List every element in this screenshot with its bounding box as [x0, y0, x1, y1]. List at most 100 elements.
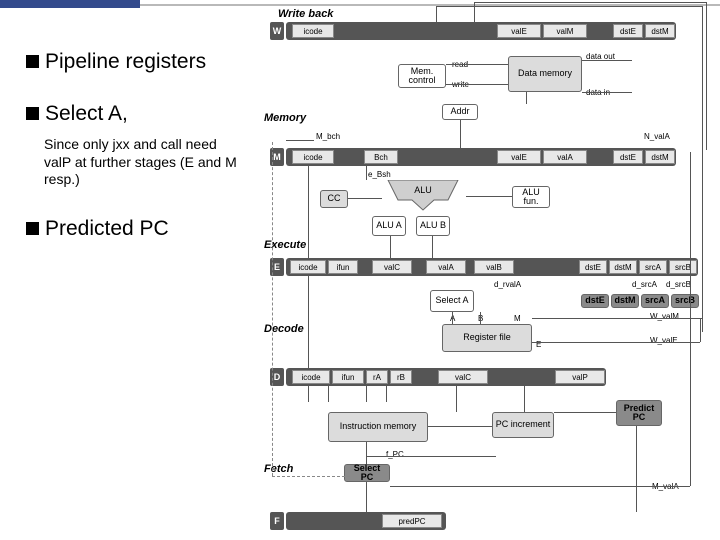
e-cell: valA [426, 260, 466, 274]
e-cell: srcA [639, 260, 667, 274]
alu-label: ALU [414, 185, 432, 195]
m-cell: valE [497, 150, 541, 164]
wire [460, 120, 461, 148]
wire [532, 342, 700, 343]
dashed-guide [272, 142, 280, 476]
wire [390, 236, 391, 258]
pipeline-diagram: Write back Memory Execute Decode Fetch W… [256, 12, 714, 534]
wire [554, 412, 616, 413]
wire [474, 2, 706, 3]
bullet-select-a: Select A, [26, 102, 246, 126]
wire [428, 426, 492, 427]
d-cell: valC [438, 370, 488, 384]
wire [366, 386, 367, 402]
bullet-predicted-pc: Predicted PC [26, 217, 246, 241]
e-cell: valB [474, 260, 514, 274]
pipeline-register-w: W icode valE valM dstE dstM [286, 22, 676, 40]
d-cell: icode [292, 370, 330, 384]
signal-e-bch: e_Bsh [368, 170, 391, 179]
pipeline-register-d: D icode ifun rA rB valC valP [286, 368, 606, 386]
block-alu-b: ALU B [416, 216, 450, 236]
signal-n-vala: N_valA [644, 132, 670, 141]
wire [456, 386, 457, 412]
w-cell: valM [543, 24, 587, 38]
dashed-guide [272, 476, 350, 477]
reg-letter-f: F [270, 512, 284, 530]
e-cell: ifun [328, 260, 358, 274]
wire [366, 442, 367, 464]
block-select-pc: Select PC [344, 464, 390, 482]
wire [436, 6, 702, 7]
e-cell: srcB [669, 260, 697, 274]
wire [452, 312, 453, 324]
e-dark-row: dstE dstM srcA srcB [580, 294, 700, 308]
wire [474, 2, 475, 22]
bullet-text: Select A, [45, 102, 128, 126]
bullet-square-icon [26, 107, 39, 120]
wire [366, 456, 496, 457]
e-dark-cell: srcB [671, 294, 699, 308]
wire [446, 64, 508, 65]
block-pc-increment: PC increment [492, 412, 554, 438]
w-cell: dstE [613, 24, 643, 38]
d-cell: valP [555, 370, 605, 384]
wire [308, 386, 309, 402]
signal-d-srca: d_srcA [632, 280, 657, 289]
stage-label-memory: Memory [264, 112, 306, 124]
block-instruction-memory: Instruction memory [328, 412, 428, 442]
signal-w-valm: W_valM [650, 312, 679, 321]
w-cell: icode [292, 24, 334, 38]
wire [308, 276, 309, 368]
bullet-text: Predicted PC [45, 217, 169, 241]
e-cell: icode [290, 260, 326, 274]
e-dark-cell: srcA [641, 294, 669, 308]
bullet-text: Pipeline registers [45, 50, 206, 74]
signal-f-pc: f_PC [386, 450, 404, 459]
wire [690, 152, 691, 486]
e-dark-cell: dstM [611, 294, 639, 308]
pipeline-register-e: E icode ifun valC valA valB dstE dstM sr… [286, 258, 698, 276]
wire [432, 236, 433, 258]
m-cell: valA [543, 150, 587, 164]
m-cell: icode [292, 150, 334, 164]
block-alu-a: ALU A [372, 216, 406, 236]
d-cell: rA [366, 370, 388, 384]
w-cell: dstM [645, 24, 675, 38]
m-cell: Bch [364, 150, 398, 164]
wire [390, 486, 690, 487]
e-cell: valC [372, 260, 412, 274]
stage-label-execute: Execute [264, 239, 306, 251]
block-mem-control: Mem. control [398, 64, 446, 88]
left-panel: Pipeline registers Select A, Since only … [26, 50, 246, 269]
wire [526, 92, 527, 104]
m-cell: dstM [645, 150, 675, 164]
e-dark-cell: dstE [581, 294, 609, 308]
pipeline-register-f: F predPC [286, 512, 446, 530]
bullet-square-icon [26, 55, 39, 68]
wire [700, 318, 701, 342]
reg-letter-w: W [270, 22, 284, 40]
bullet-square-icon [26, 222, 39, 235]
wire [366, 482, 367, 512]
d-cell: rB [390, 370, 412, 384]
wire [702, 6, 703, 332]
pipeline-register-m: M icode Bch valE valA dstE dstM [286, 148, 676, 166]
block-register-file: Register file [442, 324, 532, 352]
wire [480, 312, 481, 324]
bullet-subtext: Since only jxx and call need valP at fur… [44, 136, 246, 189]
wire [582, 60, 632, 61]
e-cell: dstE [579, 260, 607, 274]
signal-m-bch: M_bch [316, 132, 340, 141]
wire [348, 198, 382, 199]
wire [286, 140, 314, 141]
block-select-a: Select A [430, 290, 474, 312]
wire [636, 426, 637, 512]
wire [524, 386, 525, 412]
block-cc: CC [320, 190, 348, 208]
stage-label-decode: Decode [264, 323, 304, 335]
block-alu-fun: ALU fun. [512, 186, 550, 208]
wire [436, 6, 437, 22]
f-cell: predPC [382, 514, 442, 528]
wire [366, 166, 367, 180]
header-accent [0, 0, 140, 8]
